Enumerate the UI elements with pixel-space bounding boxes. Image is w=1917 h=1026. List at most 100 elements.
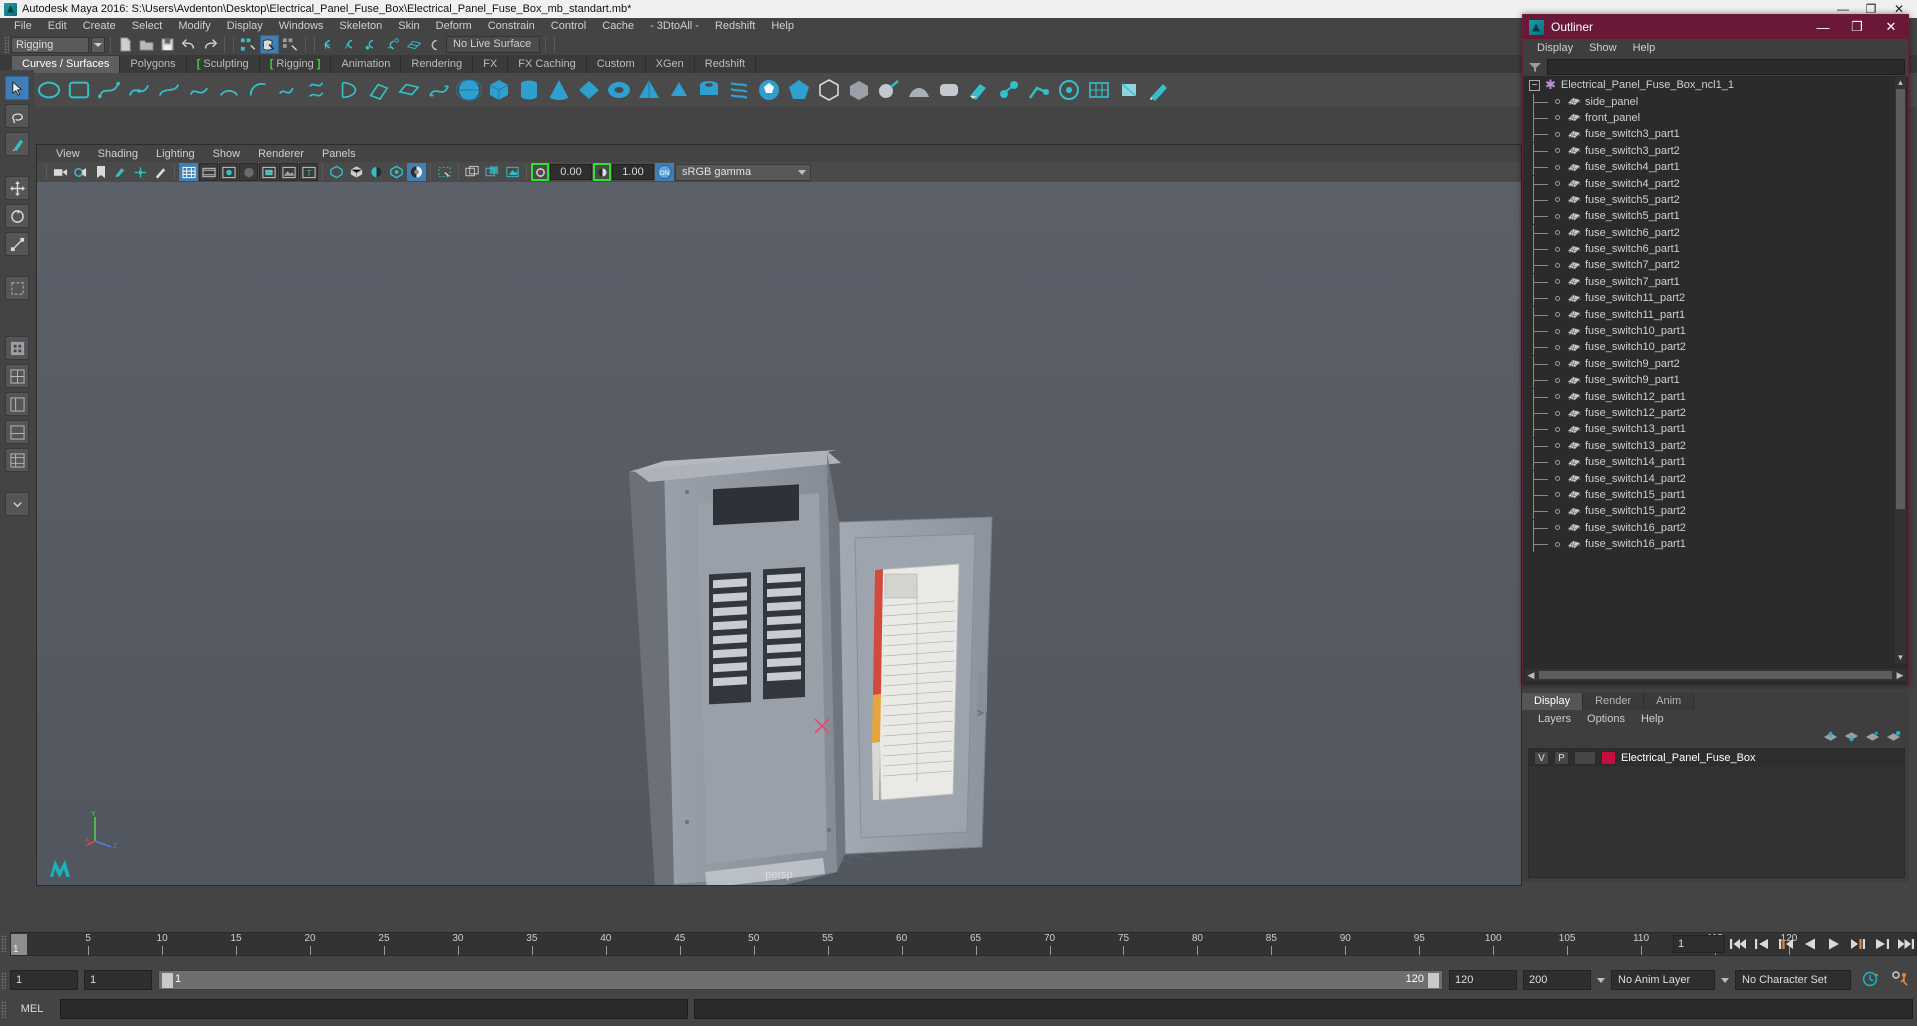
wireframe-on-shaded-icon[interactable] xyxy=(259,163,278,181)
menu-item-skeleton[interactable]: Skeleton xyxy=(331,18,390,34)
surface-revolve-icon[interactable] xyxy=(336,77,362,103)
rotate-tool-button[interactable] xyxy=(5,204,29,228)
xray-joints-icon[interactable] xyxy=(347,163,366,181)
more-layouts-button[interactable] xyxy=(5,492,29,516)
exposure-reset-icon[interactable] xyxy=(387,163,406,181)
persp-graph-layout-button[interactable] xyxy=(5,420,29,444)
tree-node-icon[interactable] xyxy=(1555,394,1560,400)
shelf-tab-polygons[interactable]: Polygons xyxy=(120,56,187,73)
collapse-expander-icon[interactable]: − xyxy=(1529,79,1540,91)
menu-item-windows[interactable]: Windows xyxy=(271,18,332,34)
poly-torus-icon[interactable] xyxy=(606,77,632,103)
poly-prism-icon[interactable] xyxy=(666,77,692,103)
tree-node-icon[interactable] xyxy=(1555,115,1560,121)
time-cursor[interactable]: 1 xyxy=(11,934,27,955)
new-layer-from-selected-icon[interactable] xyxy=(1886,730,1901,746)
poly-pipe-icon[interactable] xyxy=(696,77,722,103)
menu-item-3dtoall[interactable]: - 3DtoAll - xyxy=(642,18,707,34)
menu-item-redshift[interactable]: Redshift xyxy=(707,18,763,34)
snap-to-view-plane-icon[interactable] xyxy=(404,35,423,54)
gamma-icon[interactable] xyxy=(593,163,611,181)
grease-pencil-icon[interactable] xyxy=(151,163,170,181)
playback-end-field[interactable]: 200 xyxy=(1523,970,1591,990)
outliner-item-row[interactable]: front_panel xyxy=(1525,109,1906,126)
move-layer-down-icon[interactable] xyxy=(1844,730,1859,746)
tree-node-icon[interactable] xyxy=(1555,312,1560,318)
scroll-left-icon[interactable]: ◀ xyxy=(1525,669,1537,681)
poly-cone-icon[interactable] xyxy=(546,77,572,103)
shaded-mode-icon[interactable] xyxy=(239,163,258,181)
scroll-down-icon[interactable]: ▼ xyxy=(1895,652,1906,663)
paint-weights-brush-icon[interactable] xyxy=(1146,77,1172,103)
shelf-tab-fx-caching[interactable]: FX Caching xyxy=(508,56,587,73)
layer-list[interactable]: V P Electrical_Panel_Fuse_Box xyxy=(1528,748,1905,878)
filter-icon[interactable] xyxy=(1526,59,1544,75)
poly-soccerball-icon[interactable] xyxy=(756,77,782,103)
command-input[interactable] xyxy=(60,999,688,1019)
grab-viewport-icon[interactable] xyxy=(503,163,522,181)
two-d-pan-zoom-icon[interactable] xyxy=(131,163,150,181)
arc-two-point-icon[interactable] xyxy=(246,77,272,103)
select-component-icon[interactable] xyxy=(281,35,300,54)
auto-keyframe-toggle-icon[interactable] xyxy=(1857,971,1883,990)
step-forward-frame-icon[interactable] xyxy=(1847,934,1869,954)
menuset-dropdown-icon[interactable] xyxy=(91,36,105,53)
layer-playback-toggle[interactable]: P xyxy=(1554,751,1569,765)
menu-item-constrain[interactable]: Constrain xyxy=(480,18,543,34)
snap-to-grid-icon[interactable] xyxy=(320,35,339,54)
tree-node-icon[interactable] xyxy=(1555,426,1560,432)
make-live-icon[interactable] xyxy=(425,35,444,54)
shelf-tab-rendering[interactable]: Rendering xyxy=(401,56,474,73)
tree-node-icon[interactable] xyxy=(1555,181,1560,187)
menu-item-help[interactable]: Help xyxy=(763,18,802,34)
menu-item-control[interactable]: Control xyxy=(543,18,594,34)
viewport-menu-shading[interactable]: Shading xyxy=(89,148,147,160)
tree-node-icon[interactable] xyxy=(1555,131,1560,137)
poly-cylinder-icon[interactable] xyxy=(516,77,542,103)
outliner-item-row[interactable]: fuse_switch14_part1 xyxy=(1525,454,1906,471)
snap-to-curve-icon[interactable] xyxy=(341,35,360,54)
character-set-chevron-icon[interactable] xyxy=(1721,977,1729,983)
menu-item-skin[interactable]: Skin xyxy=(390,18,427,34)
outliner-menu-display[interactable]: Display xyxy=(1529,42,1581,54)
shelf-tab-sculpting[interactable]: [ Sculpting xyxy=(186,56,260,73)
range-right-handle[interactable] xyxy=(1428,973,1439,988)
outliner-item-row[interactable]: fuse_switch14_part2 xyxy=(1525,470,1906,487)
textured-mode-icon[interactable] xyxy=(279,163,298,181)
tree-node-icon[interactable] xyxy=(1555,443,1560,449)
pencil-curve-tool-icon[interactable] xyxy=(186,77,212,103)
toolbar-grip[interactable] xyxy=(4,36,9,53)
viewport-menu-panels[interactable]: Panels xyxy=(313,148,365,160)
outliner-item-row[interactable]: fuse_switch16_part2 xyxy=(1525,519,1906,536)
outliner-item-row[interactable]: fuse_switch11_part2 xyxy=(1525,290,1906,307)
anim-end-field[interactable]: 120 xyxy=(1449,970,1517,990)
step-forward-key-icon[interactable] xyxy=(1871,934,1893,954)
tree-node-icon[interactable] xyxy=(1555,508,1560,514)
scroll-thumb[interactable] xyxy=(1896,89,1905,509)
outliner-root-row[interactable]: − ✱ Electrical_Panel_Fuse_Box_ncl1_1 xyxy=(1525,77,1906,93)
tree-node-icon[interactable] xyxy=(1555,361,1560,367)
menu-item-select[interactable]: Select xyxy=(124,18,171,34)
outliner-tree[interactable]: − ✱ Electrical_Panel_Fuse_Box_ncl1_1 side_p… xyxy=(1525,77,1906,663)
surface-planar-icon[interactable] xyxy=(396,77,422,103)
surface-extrude-icon[interactable] xyxy=(366,77,392,103)
shelf-tab-animation[interactable]: Animation xyxy=(331,56,402,73)
tree-node-icon[interactable] xyxy=(1555,328,1560,334)
create-joint-icon[interactable] xyxy=(996,77,1022,103)
play-backwards-icon[interactable] xyxy=(1799,934,1821,954)
poly-soft-cube-icon[interactable] xyxy=(846,77,872,103)
menu-item-file[interactable]: File xyxy=(6,18,40,34)
wireframe-shading-icon[interactable] xyxy=(179,163,198,181)
outliner-item-row[interactable]: fuse_switch6_part2 xyxy=(1525,224,1906,241)
paint-select-tool-button[interactable] xyxy=(5,132,29,156)
tree-node-icon[interactable] xyxy=(1555,459,1560,465)
tree-node-icon[interactable] xyxy=(1555,99,1560,105)
menu-item-cache[interactable]: Cache xyxy=(594,18,642,34)
time-slider-grip[interactable] xyxy=(1,935,6,952)
select-hierarchy-icon[interactable] xyxy=(239,35,258,54)
layer-menu-help[interactable]: Help xyxy=(1633,713,1672,725)
character-set-selector[interactable]: No Character Set xyxy=(1735,970,1851,990)
tree-node-icon[interactable] xyxy=(1555,230,1560,236)
panel-snapshot-icon[interactable] xyxy=(463,163,482,181)
outliner-item-row[interactable]: fuse_switch7_part2 xyxy=(1525,257,1906,274)
